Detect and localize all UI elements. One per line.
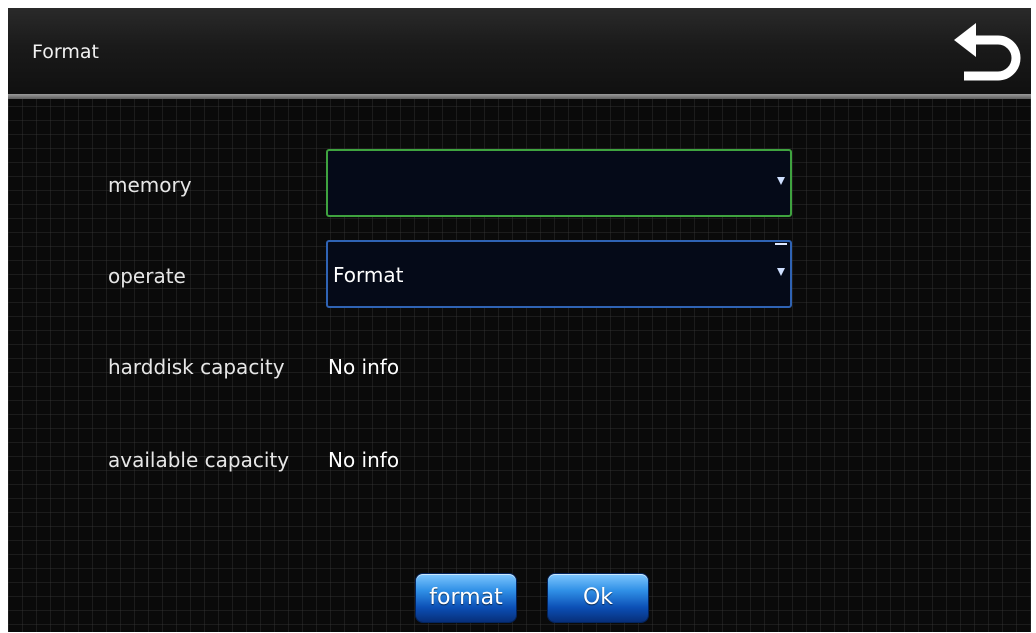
title-bar: Format (8, 8, 1031, 94)
operate-label: operate (108, 264, 186, 288)
format-button[interactable]: format (416, 574, 516, 622)
harddisk-capacity-label: harddisk capacity (108, 355, 285, 379)
page-title: Format (32, 41, 99, 63)
header-divider (8, 94, 1031, 99)
available-capacity-value: No info (328, 448, 400, 472)
operate-select[interactable]: Format (326, 240, 792, 308)
scroll-indicator (775, 243, 787, 245)
back-arrow-icon (954, 23, 1021, 81)
operate-select-value: Format (333, 263, 404, 287)
ok-button[interactable]: Ok (548, 574, 648, 622)
available-capacity-label: available capacity (108, 448, 290, 472)
memory-label: memory (108, 173, 192, 197)
back-button[interactable] (950, 20, 1024, 86)
dropdown-arrow-icon (777, 268, 785, 276)
memory-select[interactable] (326, 149, 792, 217)
harddisk-capacity-value: No info (328, 355, 400, 379)
format-screen: Format memory operate Format harddisk ca… (8, 8, 1031, 632)
dropdown-arrow-icon (777, 177, 785, 185)
